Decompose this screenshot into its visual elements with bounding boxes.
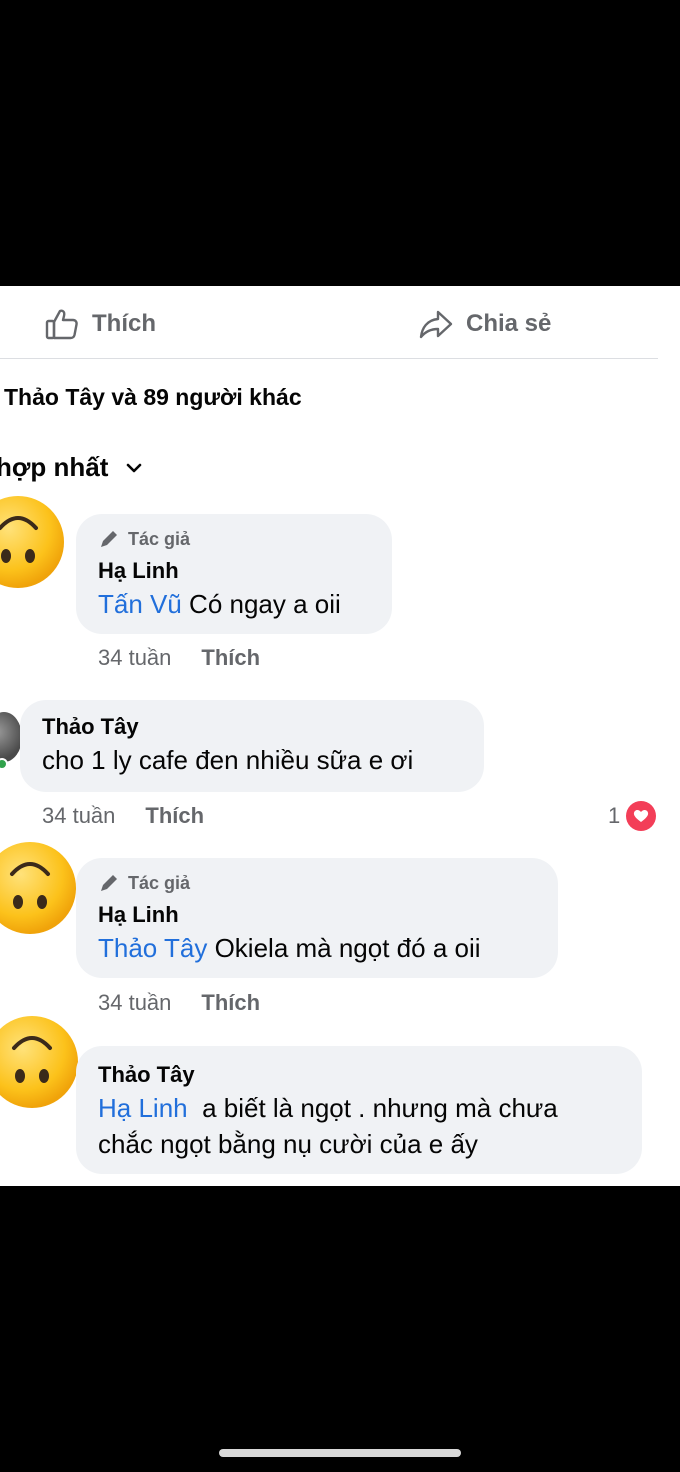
pencil-icon xyxy=(101,531,117,547)
mention-link[interactable]: Thảo Tây xyxy=(98,933,207,963)
comment-sort-dropdown[interactable]: hợp nhất xyxy=(0,452,144,483)
share-action-button[interactable]: Chia sẻ xyxy=(418,306,551,342)
author-badge-label: Tác giả xyxy=(128,528,191,549)
comment-like-button[interactable]: Thích xyxy=(201,990,260,1016)
pencil-icon xyxy=(101,875,117,891)
upside-down-face-avatar[interactable] xyxy=(0,494,66,590)
comment-bubble[interactable]: Tác giả Hạ Linh Tấn Vũ Có ngay a oii xyxy=(76,514,392,634)
comment-meta: 34 tuần Thích xyxy=(98,990,260,1016)
avatar[interactable] xyxy=(0,712,22,762)
upside-down-face-avatar[interactable] xyxy=(0,1014,80,1110)
post-action-bar: Thích Chia sẻ xyxy=(0,286,658,359)
upside-down-face-avatar[interactable] xyxy=(0,840,78,936)
comment-text: cho 1 ly cafe đen nhiều sữa e ơi xyxy=(42,745,414,775)
sort-label: hợp nhất xyxy=(0,452,109,482)
comment-text-line-1: Hạ Linh a biết là ngọt . nhưng mà chưa xyxy=(98,1090,620,1126)
comment-text-line-2: chắc ngọt bằng nụ cười của e ấy xyxy=(98,1129,478,1159)
like-action-button[interactable]: Thích xyxy=(44,306,156,342)
home-indicator[interactable] xyxy=(219,1449,461,1457)
comment-meta: 34 tuần Thích xyxy=(98,645,260,671)
comment-like-button[interactable]: Thích xyxy=(201,645,260,671)
comment-author[interactable]: Thảo Tây xyxy=(42,712,462,742)
author-badge: Tác giả xyxy=(98,872,536,894)
heart-reaction-icon xyxy=(626,801,657,831)
author-badge-label: Tác giả xyxy=(128,872,191,893)
comment-time: 34 tuần xyxy=(98,645,172,670)
mention-link[interactable]: Hạ Linh xyxy=(98,1093,188,1123)
reactions-summary[interactable]: Thảo Tây và 89 người khác xyxy=(4,384,302,411)
online-status-dot xyxy=(0,758,8,770)
comment-time: 34 tuần xyxy=(42,803,116,828)
comment-meta: 34 tuần Thích xyxy=(42,803,204,829)
comment-bubble[interactable]: Thảo Tây Hạ Linh a biết là ngọt . nhưng … xyxy=(76,1046,642,1174)
comment-author[interactable]: Hạ Linh xyxy=(98,556,370,586)
comment-body: Okiela mà ngọt đó a oii xyxy=(207,933,481,963)
comment-author[interactable]: Hạ Linh xyxy=(98,900,536,930)
reaction-count: 1 xyxy=(608,803,621,828)
comment-body-line-1: a biết là ngọt . nhưng mà chưa xyxy=(187,1093,558,1123)
comment-reaction-count[interactable]: 1 xyxy=(608,801,657,831)
comment-bubble[interactable]: Thảo Tây cho 1 ly cafe đen nhiều sữa e ơ… xyxy=(20,700,484,792)
comment-author[interactable]: Thảo Tây xyxy=(98,1060,620,1090)
author-badge: Tác giả xyxy=(98,528,370,550)
comment-like-button[interactable]: Thích xyxy=(145,803,204,829)
share-action-label: Chia sẻ xyxy=(466,310,552,337)
mention-link[interactable]: Tấn Vũ xyxy=(98,589,182,619)
comment-bubble[interactable]: Tác giả Hạ Linh Thảo Tây Okiela mà ngọt … xyxy=(76,858,558,978)
comment-time: 34 tuần xyxy=(98,990,172,1015)
like-action-label: Thích xyxy=(92,310,156,337)
comment-text: Thảo Tây Okiela mà ngọt đó a oii xyxy=(98,930,536,966)
share-arrow-icon xyxy=(419,310,453,339)
thumbs-up-icon xyxy=(45,309,78,340)
chevron-down-icon xyxy=(127,463,142,472)
comment-text: Tấn Vũ Có ngay a oii xyxy=(98,586,370,622)
comments-screen: Thích Chia sẻ Thảo Tây và 89 người khác … xyxy=(0,286,680,1186)
comment-body: Có ngay a oii xyxy=(181,589,341,619)
